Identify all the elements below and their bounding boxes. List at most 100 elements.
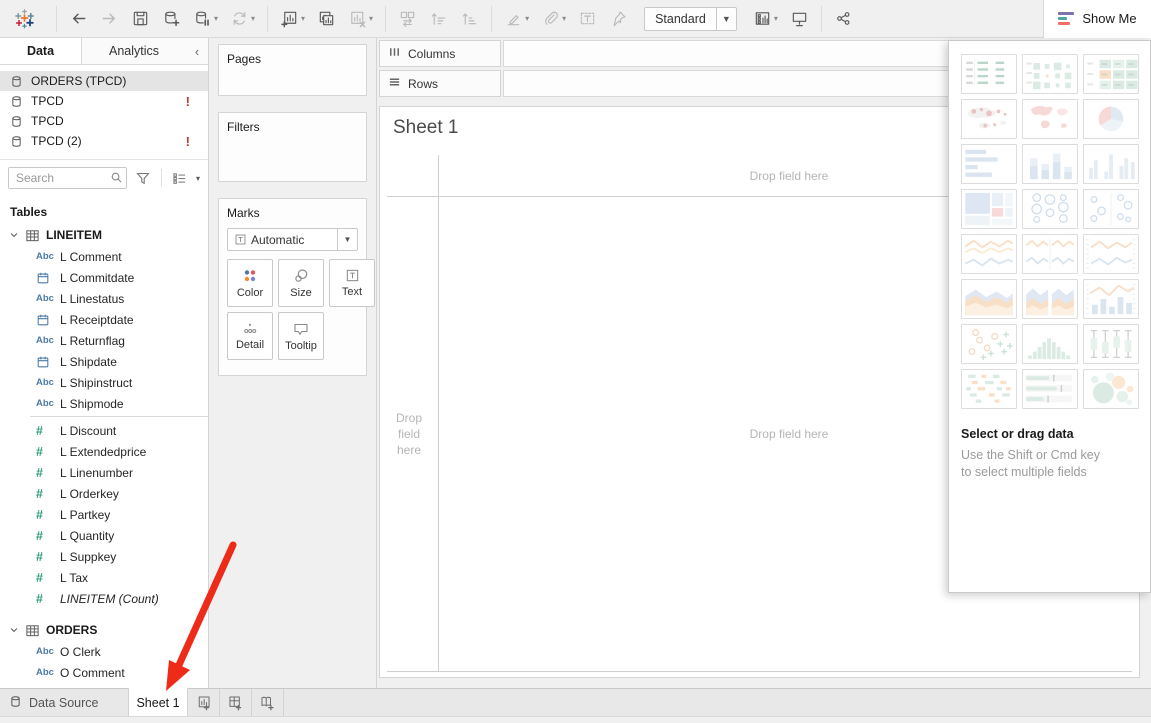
highlight-button[interactable]: ▾	[499, 4, 534, 34]
datasource-item[interactable]: TPCD!	[0, 91, 208, 111]
field-row[interactable]: Abc L Returnflag	[0, 330, 208, 351]
showme-heat-map[interactable]	[1022, 54, 1078, 94]
sheet1-tab[interactable]: Sheet 1	[129, 688, 188, 716]
datasource-item[interactable]: TPCD	[0, 111, 208, 131]
presentation-mode-button[interactable]	[785, 4, 814, 34]
tab-data[interactable]: Data	[0, 38, 82, 64]
save-button[interactable]	[126, 4, 155, 34]
table-group-header[interactable]: LINEITEM	[0, 224, 208, 246]
tooltip-mark-button[interactable]: Tooltip	[278, 312, 324, 360]
showme-horizontal-bars[interactable]	[961, 144, 1017, 184]
new-worksheet-button[interactable]: ▾	[275, 4, 310, 34]
field-row[interactable]: L Shipdate	[0, 351, 208, 372]
datasource-name: TPCD (2)	[31, 134, 178, 148]
showme-stacked-bars[interactable]	[1022, 144, 1078, 184]
show-me-button[interactable]: Show Me	[1043, 0, 1151, 38]
share-button[interactable]	[829, 4, 858, 34]
showme-scatter-plot[interactable]	[961, 324, 1017, 364]
mark-type-icon	[228, 233, 251, 246]
show-mark-labels-button[interactable]	[573, 4, 602, 34]
showme-circle-views[interactable]	[1022, 189, 1078, 229]
new-data-source-button[interactable]	[157, 4, 186, 34]
field-row[interactable]: # L Linenumber	[0, 462, 208, 483]
mark-button-label: Color	[237, 287, 263, 299]
field-row[interactable]: # L Extendedprice	[0, 441, 208, 462]
undo-button[interactable]	[64, 4, 93, 34]
showme-filled-map[interactable]	[1022, 99, 1078, 139]
run-auto-updates-button[interactable]: ▾	[225, 4, 260, 34]
clear-sheet-button[interactable]: ▾	[343, 4, 378, 34]
field-row[interactable]: Abc L Linestatus	[0, 288, 208, 309]
showme-continuous-area[interactable]	[961, 279, 1017, 319]
showme-symbol-map[interactable]	[961, 99, 1017, 139]
detail-mark-button[interactable]: Detail	[227, 312, 273, 360]
view-options-icon[interactable]	[170, 170, 189, 187]
group-members-button[interactable]: ▾	[536, 4, 571, 34]
field-row[interactable]: L Receiptdate	[0, 309, 208, 330]
field-row[interactable]: # L Tax	[0, 567, 208, 588]
data-pane: Data Analytics ‹ ORDERS (TPCD) TPCD! TPC…	[0, 38, 209, 688]
swap-rows-columns-button[interactable]	[393, 4, 422, 34]
new-story-tab-button[interactable]	[252, 689, 284, 716]
mark-type-dropdown[interactable]: Automatic ▼	[227, 228, 358, 251]
tableau-logo[interactable]	[0, 0, 50, 38]
fit-caret-icon[interactable]: ▼	[716, 8, 736, 30]
redo-button[interactable]	[95, 4, 124, 34]
showme-discrete-area[interactable]	[1022, 279, 1078, 319]
showme-histogram[interactable]	[1022, 324, 1078, 364]
field-row[interactable]: # L Suppkey	[0, 546, 208, 567]
size-mark-button[interactable]: Size	[278, 259, 324, 307]
showme-dual-combination[interactable]	[1083, 279, 1139, 319]
field-row[interactable]: L Commitdate	[0, 267, 208, 288]
field-row[interactable]: Abc L Shipmode	[0, 393, 208, 414]
field-row[interactable]: # LINEITEM (Count)	[0, 588, 208, 609]
showme-gantt[interactable]	[961, 369, 1017, 409]
duplicate-sheet-button[interactable]	[312, 4, 341, 34]
filter-fields-icon[interactable]	[133, 168, 153, 188]
filters-card[interactable]: Filters	[218, 112, 367, 182]
data-source-tab[interactable]: Data Source	[0, 689, 129, 716]
string-field-icon: Abc	[36, 335, 54, 346]
field-row[interactable]: # L Quantity	[0, 525, 208, 546]
showme-packed-bubbles[interactable]	[1083, 369, 1139, 409]
showme-discrete-lines[interactable]	[1022, 234, 1078, 274]
tab-analytics[interactable]: Analytics	[82, 38, 186, 64]
datasource-item[interactable]: TPCD (2)!	[0, 131, 208, 151]
showme-pie-chart[interactable]	[1083, 99, 1139, 139]
view-options-caret-icon[interactable]: ▾	[196, 174, 200, 183]
showme-side-by-side-circles[interactable]	[1083, 189, 1139, 229]
pages-card[interactable]: Pages	[218, 44, 367, 96]
new-dashboard-tab-button[interactable]	[220, 689, 252, 716]
text-mark-button[interactable]: Text	[329, 259, 375, 307]
showme-box-and-whisker[interactable]	[1083, 324, 1139, 364]
search-input[interactable]	[8, 167, 127, 189]
showme-side-by-side-bars[interactable]	[1083, 144, 1139, 184]
fit-selector[interactable]: Standard▼	[644, 7, 737, 31]
datasource-item[interactable]: ORDERS (TPCD)	[0, 71, 208, 91]
showme-highlight-table[interactable]	[1083, 54, 1139, 94]
drop-zone-rows[interactable]: Drop field here	[380, 197, 438, 671]
sort-ascending-button[interactable]	[424, 4, 453, 34]
fix-axes-button[interactable]	[604, 4, 633, 34]
showme-dual-lines[interactable]	[1083, 234, 1139, 274]
field-row[interactable]: # L Orderkey	[0, 483, 208, 504]
new-worksheet-tab-button[interactable]	[188, 689, 220, 716]
color-mark-button[interactable]: Color	[227, 259, 273, 307]
showme-bullet-graph[interactable]	[1022, 369, 1078, 409]
field-row[interactable]: # L Partkey	[0, 504, 208, 525]
show-hide-cards-button[interactable]: ▾	[748, 4, 783, 34]
collapse-pane-button[interactable]: ‹	[186, 38, 208, 64]
field-row[interactable]: Abc O Comment	[0, 662, 208, 683]
tables-label: Tables	[0, 196, 208, 224]
showme-treemap[interactable]	[961, 189, 1017, 229]
showme-continuous-lines[interactable]	[961, 234, 1017, 274]
field-row[interactable]: # L Discount	[0, 420, 208, 441]
field-row[interactable]: Abc L Shipinstruct	[0, 372, 208, 393]
field-row[interactable]: Abc O Clerk	[0, 641, 208, 662]
table-group-header[interactable]: ORDERS	[0, 619, 208, 641]
sort-descending-button[interactable]	[455, 4, 484, 34]
pause-auto-updates-button[interactable]: ▾	[188, 4, 223, 34]
mark-type-caret-icon[interactable]: ▼	[337, 229, 357, 250]
showme-text-table[interactable]	[961, 54, 1017, 94]
field-row[interactable]: Abc L Comment	[0, 246, 208, 267]
